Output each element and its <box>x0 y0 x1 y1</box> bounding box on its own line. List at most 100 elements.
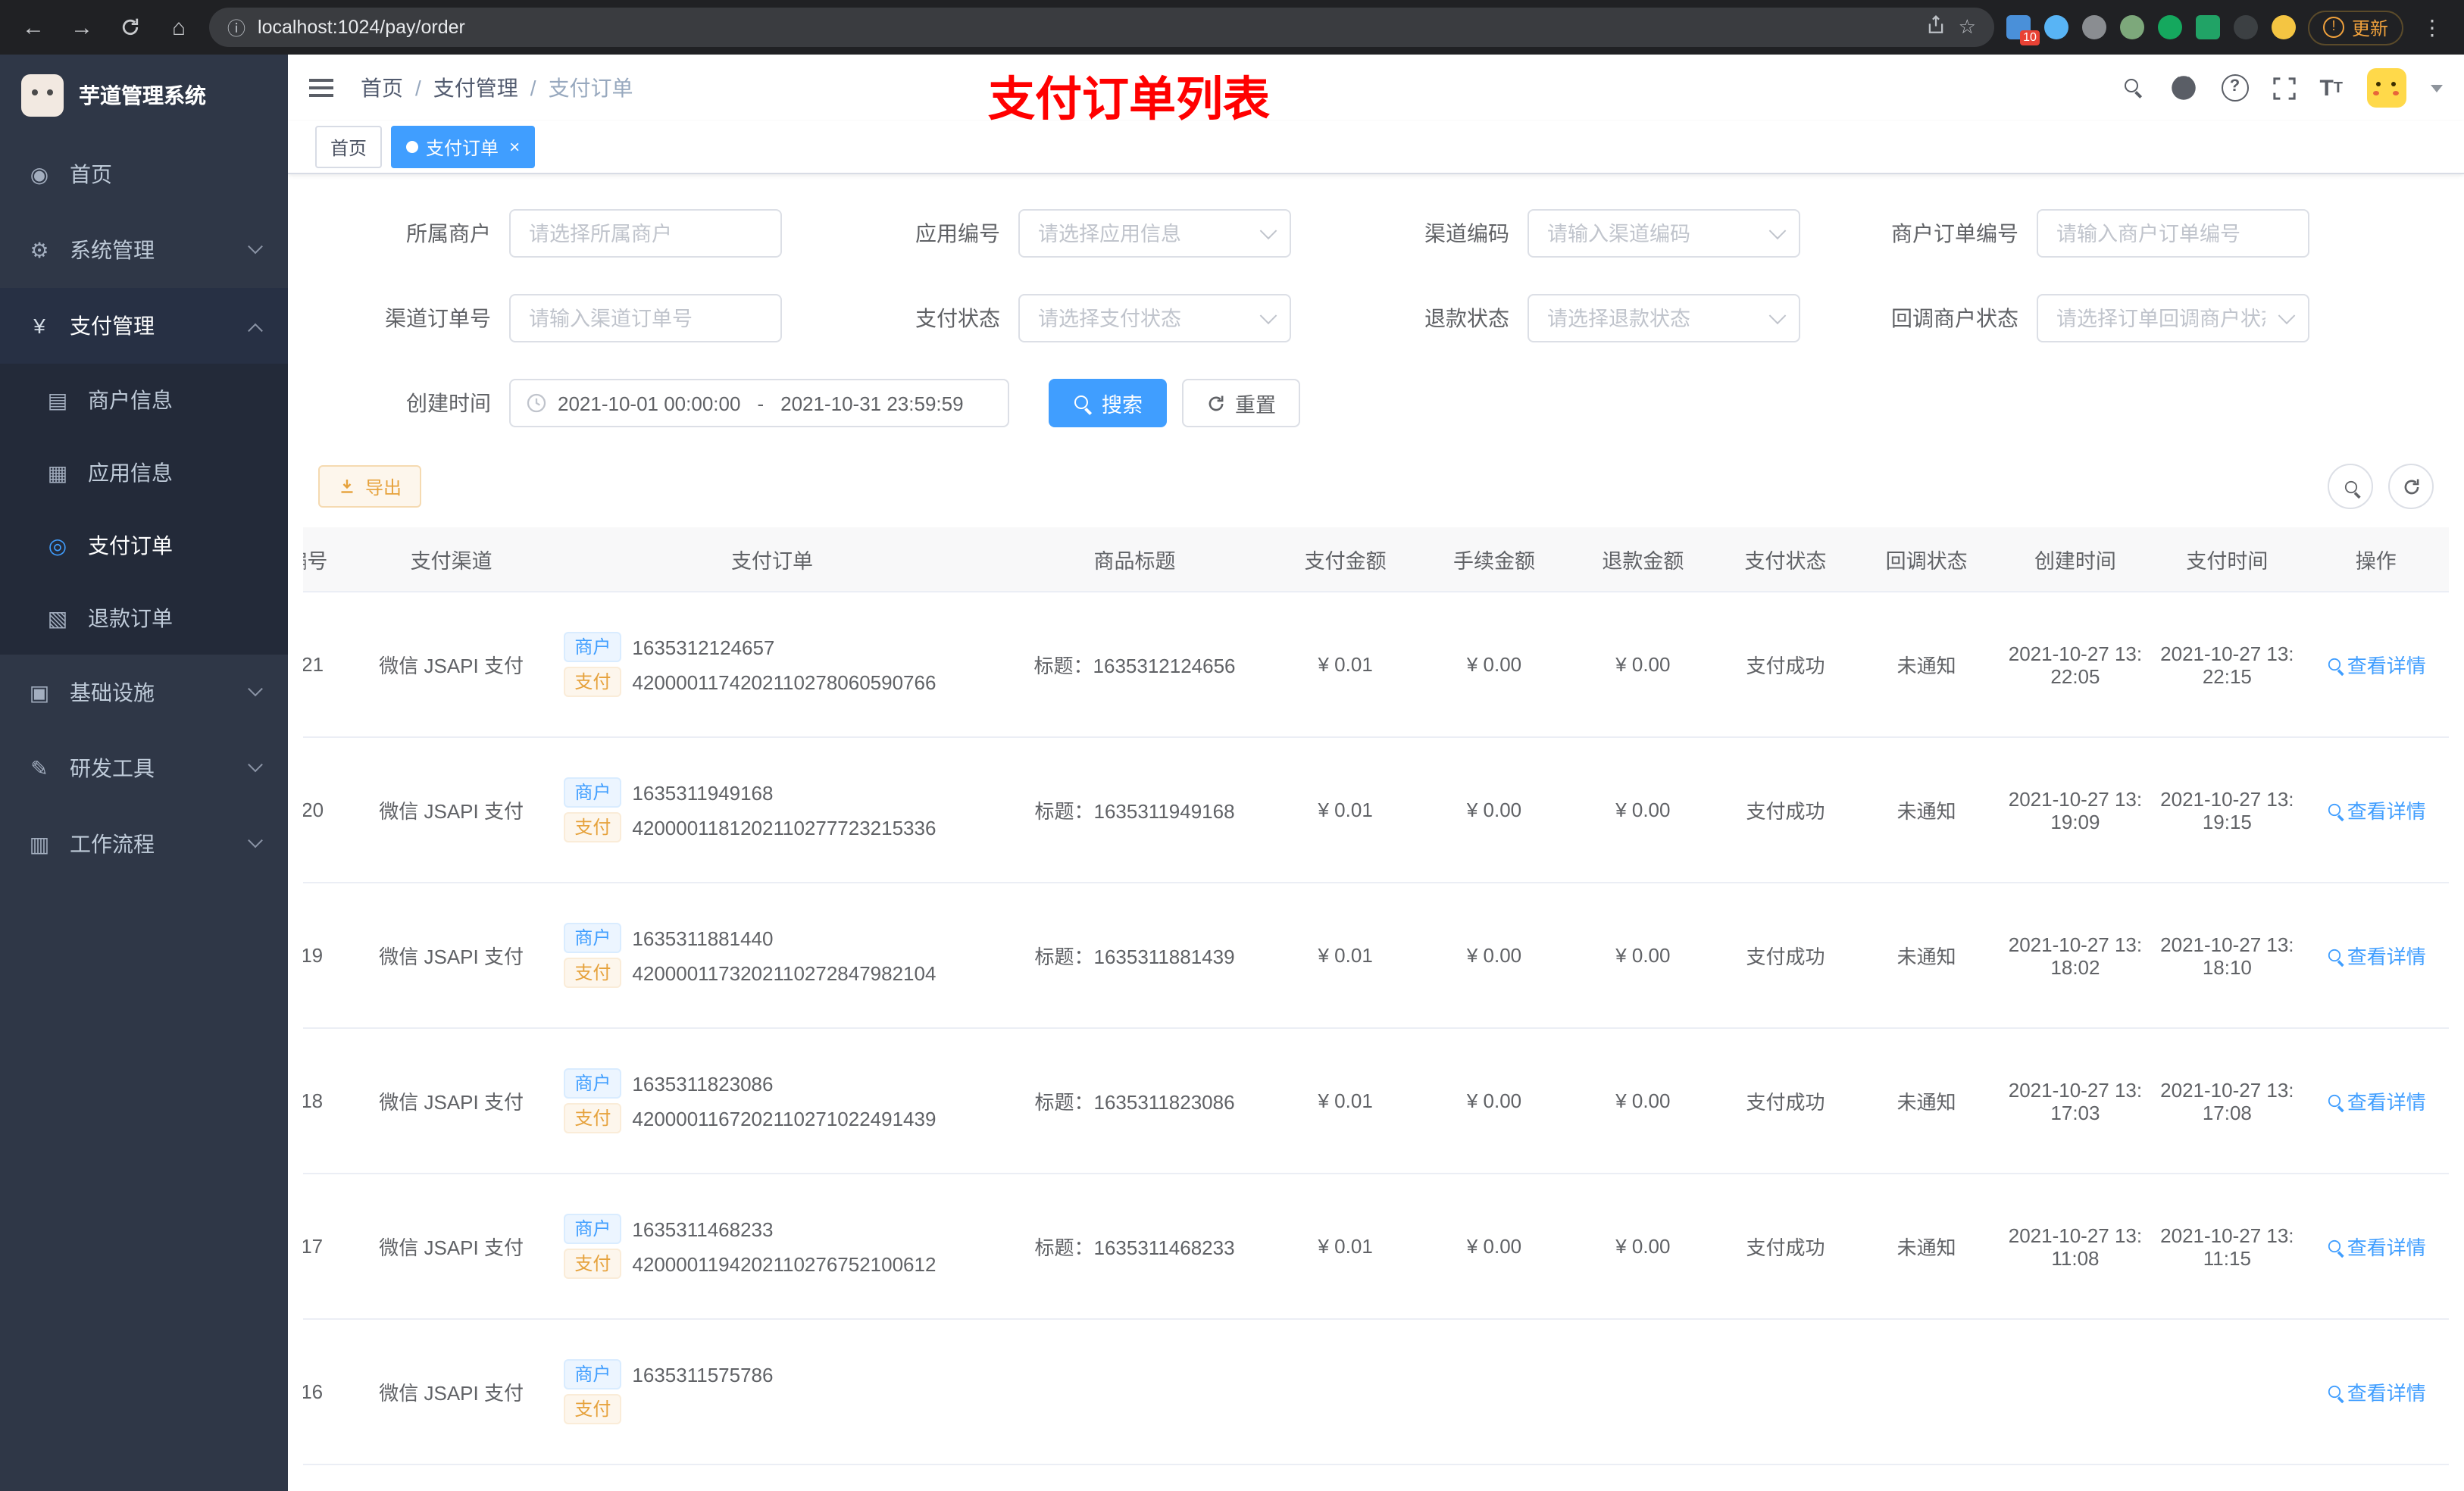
magnifier-icon <box>2327 948 2342 963</box>
fullscreen-icon[interactable] <box>2272 77 2296 99</box>
cell-fee: ¥ 0.00 <box>1419 592 1569 738</box>
browser-update-button[interactable]: ! 更新 <box>2307 10 2403 45</box>
refresh-table-button[interactable] <box>2388 464 2434 509</box>
share-icon[interactable] <box>1927 15 1946 39</box>
url-text[interactable]: localhost:1024/pay/order <box>258 17 1915 38</box>
cell-id: 117 <box>303 1174 357 1320</box>
green-extension-icon[interactable] <box>2119 15 2144 39</box>
cell-pay-time: 2021-10-27 13:19:15 <box>2151 737 2303 883</box>
search-button[interactable]: 搜索 <box>1049 379 1167 427</box>
cell-title <box>998 1319 1271 1465</box>
sidebar-item-infra[interactable]: ▣ 基础设施 <box>0 655 288 730</box>
search-form: 所属商户 应用编号 渠道编码 商户订单编号 <box>288 174 2464 427</box>
col-refund: 退款金额 <box>1568 527 1718 592</box>
chat-extension-icon[interactable] <box>2195 15 2220 39</box>
sidebar-item-pay-order[interactable]: ◎ 支付订单 <box>0 509 288 582</box>
filter-merchant-order-no: 商户订单编号 <box>1840 209 2309 258</box>
cell-create-time: 2021-10-27 13:17:03 <box>1999 1028 2152 1174</box>
merchant-tag: 商户 <box>564 632 622 662</box>
sidebar-fold-icon[interactable] <box>309 79 333 82</box>
cell-notify <box>1853 1319 2000 1465</box>
tab-pay-order[interactable]: 支付订单 × <box>391 126 536 168</box>
channel-order-no: 4200001173202110272847982104 <box>632 961 937 984</box>
cell-status: 支付成功 <box>1717 1174 1854 1320</box>
pay-status-select[interactable] <box>1018 294 1291 342</box>
reload-icon[interactable] <box>112 9 149 45</box>
filter-create-time-label: 创建时间 <box>406 391 491 415</box>
sidebar-item-home[interactable]: ◉ 首页 <box>0 136 288 212</box>
app-grid-icon: ▦ <box>47 460 68 484</box>
sidebar-item-system[interactable]: ⚙ 系统管理 <box>0 212 288 288</box>
home-icon[interactable]: ⌂ <box>161 9 197 45</box>
view-detail-link[interactable]: 查看详情 <box>2326 650 2426 679</box>
magnifier-icon <box>2327 1239 2342 1254</box>
filter-channel-code-label: 渠道编码 <box>1424 221 1509 245</box>
channel-code-input[interactable] <box>1527 209 1800 258</box>
sidebar-item-refund-order[interactable]: ▧ 退款订单 <box>0 582 288 655</box>
pay-tag: 支付 <box>564 812 622 842</box>
chevron-up-icon <box>248 322 263 338</box>
breadcrumb-home[interactable]: 首页 <box>361 73 403 103</box>
sidebar-item-merchant-info[interactable]: ▤ 商户信息 <box>0 364 288 436</box>
merchant-order-no-input[interactable] <box>2037 209 2309 258</box>
merchant-order-no: 1635311468233 <box>632 1217 774 1240</box>
filter-channel-order-no: 渠道订单号 <box>312 294 782 342</box>
app-select[interactable] <box>1018 209 1291 258</box>
github-icon[interactable] <box>2169 74 2197 102</box>
tab-home[interactable]: 首页 <box>315 126 383 168</box>
tools-icon: ✎ <box>30 755 48 780</box>
create-time-range-picker[interactable]: 2021-10-01 00:00:00 - 2021-10-31 23:59:5… <box>509 379 1009 427</box>
merchant-order-no: 1635311823086 <box>632 1072 774 1095</box>
cell-title: 标题：1635311823086 <box>998 1028 1271 1174</box>
cell-status: 支付成功 <box>1717 737 1854 883</box>
channel-order-no-input[interactable] <box>509 294 782 342</box>
merchant-card-icon: ▤ <box>47 387 68 411</box>
header-search-icon[interactable] <box>2122 77 2145 99</box>
export-button[interactable]: 导出 <box>318 465 422 508</box>
drop-extension-icon[interactable] <box>2043 15 2068 39</box>
view-detail-link[interactable]: 查看详情 <box>2326 941 2426 970</box>
bookmark-star-icon[interactable]: ☆ <box>1959 15 1976 39</box>
address-bar[interactable]: ⓘ localhost:1024/pay/order ☆ <box>209 8 1994 47</box>
view-detail-link[interactable]: 查看详情 <box>2326 1377 2426 1406</box>
user-avatar[interactable] <box>2367 68 2406 108</box>
view-detail-link[interactable]: 查看详情 <box>2326 1232 2426 1261</box>
avatar-caret-icon[interactable] <box>2431 84 2443 92</box>
site-info-icon[interactable]: ⓘ <box>227 14 245 40</box>
col-pay-time: 支付时间 <box>2151 527 2303 592</box>
cell-order: 商户 1635311468233 支付 42000011942021102767… <box>546 1174 999 1320</box>
reset-button[interactable]: 重置 <box>1182 379 1300 427</box>
toggle-search-button[interactable] <box>2328 464 2373 509</box>
back-icon[interactable]: ← <box>15 9 52 45</box>
filter-channel-order-no-label: 渠道订单号 <box>385 306 491 330</box>
cell-status: 支付成功 <box>1717 592 1854 738</box>
sidebar-item-workflow[interactable]: ▥ 工作流程 <box>0 806 288 882</box>
notify-status-select[interactable] <box>2037 294 2309 342</box>
emoji-extension-icon[interactable] <box>2271 15 2296 39</box>
channel-order-no: 4200001174202110278060590766 <box>632 670 937 693</box>
tab-close-icon[interactable]: × <box>506 138 520 156</box>
help-icon[interactable]: ? <box>2221 74 2249 102</box>
view-detail-link[interactable]: 查看详情 <box>2326 796 2426 824</box>
cell-notify: 未通知 <box>1853 592 2000 738</box>
page-annotation: 支付订单列表 <box>988 73 1270 126</box>
puzzle-extension-icon[interactable]: 10 <box>2006 15 2040 45</box>
pin-extension-icon[interactable] <box>2233 15 2258 39</box>
sidebar-item-app-info[interactable]: ▦ 应用信息 <box>0 436 288 509</box>
breadcrumb-section[interactable]: 支付管理 <box>433 73 518 103</box>
cell-actions: 查看详情 <box>2303 883 2449 1029</box>
sidebar-item-payment[interactable]: ¥ 支付管理 <box>0 288 288 364</box>
forward-icon[interactable]: → <box>64 9 100 45</box>
view-detail-link[interactable]: 查看详情 <box>2326 1086 2426 1115</box>
sidebar-item-devtools[interactable]: ✎ 研发工具 <box>0 730 288 806</box>
refund-status-select[interactable] <box>1527 294 1800 342</box>
cell-channel: 微信 JSAPI 支付 <box>356 592 546 738</box>
cell-refund: ¥ 0.00 <box>1568 1174 1718 1320</box>
merchant-input[interactable] <box>509 209 782 258</box>
browser-menu-icon[interactable]: ⋮ <box>2416 14 2449 40</box>
font-size-icon[interactable]: TT <box>2319 75 2343 101</box>
app-title: 芋道管理系统 <box>79 83 206 108</box>
check-extension-icon[interactable] <box>2157 15 2182 39</box>
cell-amount <box>1271 1319 1420 1465</box>
gray-extension-icon[interactable] <box>2081 15 2106 39</box>
